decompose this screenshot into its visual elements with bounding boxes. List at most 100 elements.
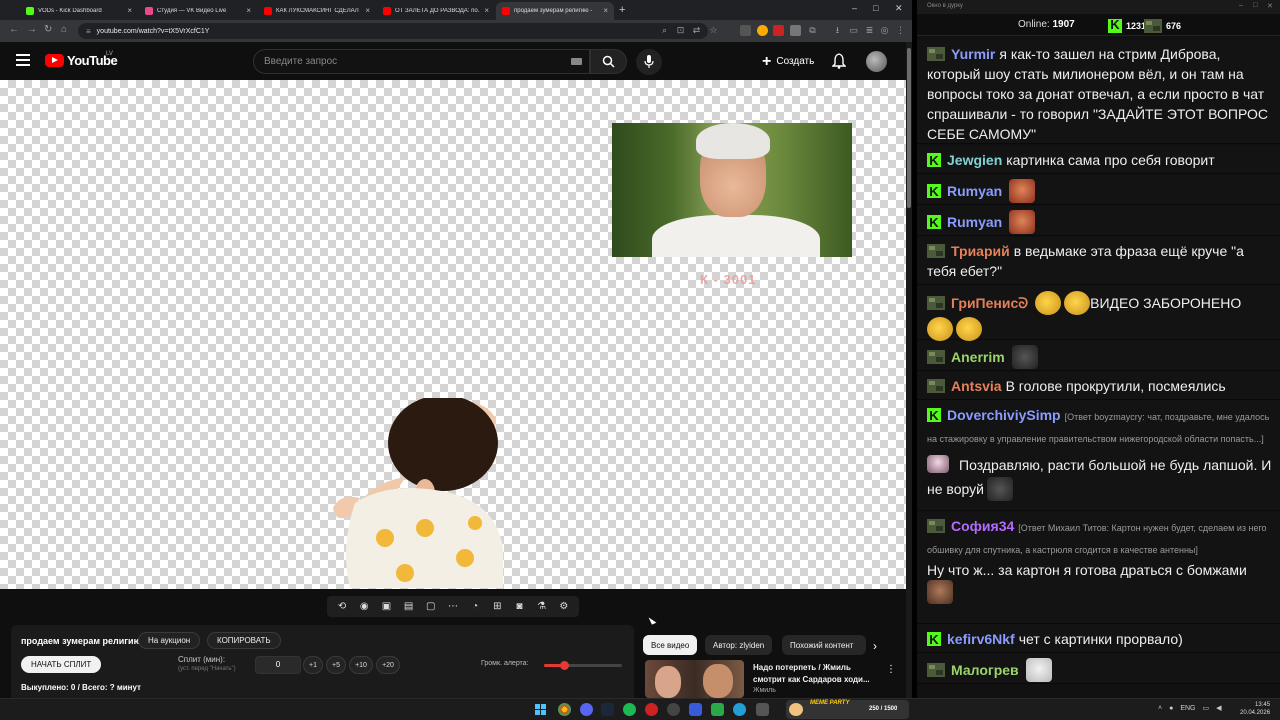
tab-youtube-active[interactable]: продаем зумерам религию - × — [496, 2, 614, 20]
tab-youtube-2[interactable]: ОТ ЗАЛЕТА ДО РАЗВОДА: по... × — [377, 2, 495, 20]
avatar[interactable] — [866, 51, 887, 72]
steam-icon[interactable] — [601, 703, 614, 716]
add-20-button[interactable]: +20 — [376, 656, 400, 674]
page-scrollbar[interactable] — [906, 42, 912, 698]
chrome-icon[interactable] — [558, 703, 571, 716]
more-options-icon[interactable]: ⋮ — [886, 664, 896, 675]
chat-username[interactable]: Rumyan — [947, 214, 1002, 230]
alert-volume-slider[interactable] — [544, 661, 622, 670]
chat-username[interactable]: Yurmir — [951, 46, 995, 62]
scrollbar-thumb[interactable] — [907, 48, 911, 208]
chat-username[interactable]: Малогрев — [951, 662, 1019, 678]
close-icon[interactable]: × — [603, 7, 608, 15]
plus-box-icon[interactable]: ⊞ — [490, 601, 504, 613]
menu-icon[interactable] — [16, 54, 30, 66]
search-input[interactable]: Введите запрос — [253, 49, 590, 74]
speed-icon[interactable]: ◔ — [468, 601, 482, 613]
clock[interactable]: 13:45 20.04.2026 — [1240, 701, 1270, 717]
bookmark-star-icon[interactable]: ☆ — [708, 25, 719, 36]
search-button[interactable] — [590, 49, 627, 74]
chat-username[interactable]: Триарий — [951, 243, 1010, 259]
chat-username[interactable]: ГриПенисᘐ — [951, 295, 1028, 311]
chat-username[interactable]: Rumyan — [947, 183, 1002, 199]
chip-similar[interactable]: Похожий контент — [782, 635, 866, 655]
chip-author[interactable]: Автор: zlyiden — [705, 635, 773, 655]
site-info-icon[interactable]: ≡ — [86, 27, 91, 36]
fullscreen-icon[interactable]: ▢ — [424, 601, 438, 613]
volume-icon[interactable]: ◀ — [1216, 704, 1221, 712]
notifications-bell-icon[interactable] — [832, 53, 846, 69]
video-player[interactable]: К - 3001 — [0, 80, 906, 589]
sidebar-icon[interactable]: ▭ — [848, 25, 859, 36]
download-icon[interactable]: ⭳ — [832, 25, 843, 36]
repeat-icon[interactable]: ⟲ — [335, 601, 349, 613]
extension-icon[interactable] — [773, 25, 784, 36]
app-icon[interactable] — [711, 703, 724, 716]
chat-username[interactable]: kefirv6Nkf — [947, 631, 1015, 647]
maximize-button[interactable]: □ — [1253, 2, 1257, 9]
obs-icon[interactable] — [667, 703, 680, 716]
profile-icon[interactable]: ◎ — [879, 25, 890, 36]
reload-icon[interactable]: ↻ — [44, 25, 52, 35]
split-minutes-input[interactable]: 0 — [255, 656, 301, 674]
chat-username[interactable]: Antsvia — [951, 378, 1002, 394]
extension-icon[interactable] — [790, 25, 801, 36]
chevron-up-icon[interactable]: ˄ — [1158, 705, 1162, 712]
start-windows-icon[interactable] — [535, 704, 547, 716]
translate-icon[interactable]: ⇄ — [691, 25, 702, 36]
film-icon[interactable]: ▤ — [402, 601, 416, 613]
language-indicator[interactable]: ENG — [1180, 705, 1195, 712]
spotify-icon[interactable] — [623, 703, 636, 716]
microphone-icon[interactable]: ● — [1169, 705, 1173, 712]
recommended-video-title[interactable]: Надо потерпеть / Жмиль смотрит как Сарда… — [753, 662, 883, 686]
recommended-channel[interactable]: Жмиль — [753, 687, 776, 694]
chat-username[interactable]: DoverchiviySimp — [947, 407, 1061, 423]
camera-icon[interactable]: ◙ — [512, 601, 526, 613]
screen-record-icon[interactable]: ▣ — [379, 601, 393, 613]
menu-dots-icon[interactable]: ⋮ — [895, 25, 906, 36]
extension-icon[interactable] — [740, 25, 751, 36]
create-button[interactable]: + Создать — [754, 49, 822, 74]
close-icon[interactable]: × — [365, 7, 370, 15]
discord-icon[interactable] — [580, 703, 593, 716]
flask-icon[interactable]: ⚗ — [535, 601, 549, 613]
address-bar[interactable]: ≡ youtube.com/watch?v=tX5VrXcfC1Y — [78, 23, 708, 39]
add-1-button[interactable]: +1 — [303, 656, 323, 674]
add-10-button[interactable]: +10 — [349, 656, 373, 674]
live-icon[interactable]: ◉ — [357, 601, 371, 613]
auction-button[interactable]: На аукцион — [138, 632, 201, 649]
tab-kick-dashboard[interactable]: VODs - Kick Dashboard × — [20, 2, 138, 20]
keyboard-icon[interactable] — [571, 58, 582, 65]
voice-search-button[interactable] — [636, 49, 662, 75]
minimize-button[interactable]: – — [1239, 2, 1243, 9]
app-icon[interactable] — [645, 703, 658, 716]
close-icon[interactable]: × — [127, 7, 132, 15]
chat-feed[interactable]: Yurmir я как-то зашел на стрим Диброва, к… — [917, 36, 1280, 698]
chat-username[interactable]: Anerrim — [951, 349, 1005, 365]
chevron-right-icon[interactable]: › — [873, 639, 877, 653]
close-window-button[interactable]: ✕ — [895, 3, 903, 14]
add-5-button[interactable]: +5 — [326, 656, 346, 674]
gear-icon[interactable]: ⚙ — [557, 601, 571, 613]
new-tab-button[interactable]: + — [619, 4, 625, 16]
app-icon[interactable] — [756, 703, 769, 716]
close-icon[interactable]: × — [246, 7, 251, 15]
tab-vk-studio[interactable]: Студия — VK Видео Live × — [139, 2, 257, 20]
dashed-rect-icon[interactable]: ⋯ — [446, 601, 460, 613]
recommended-video-thumbnail[interactable] — [645, 660, 744, 698]
chat-username[interactable]: Jewgien — [947, 152, 1002, 168]
forward-arrow-icon[interactable]: → — [27, 25, 37, 35]
close-icon[interactable]: × — [484, 7, 489, 15]
meme-party-widget[interactable]: MEME PARTY 250 / 1500 — [786, 700, 909, 719]
maximize-button[interactable]: □ — [873, 3, 878, 13]
minimize-button[interactable]: – — [852, 3, 857, 13]
close-window-button[interactable]: ✕ — [1267, 2, 1273, 10]
telegram-icon[interactable] — [733, 703, 746, 716]
chat-username[interactable]: София34 — [951, 518, 1014, 534]
zoom-icon[interactable]: ⌕ — [659, 25, 670, 36]
media-player-icon[interactable] — [689, 703, 702, 716]
puzzle-icon[interactable]: ⧉ — [807, 25, 818, 36]
install-icon[interactable]: ⊡ — [675, 25, 686, 36]
home-icon[interactable]: ⌂ — [61, 25, 67, 35]
copy-button[interactable]: КОПИРОВАТЬ — [207, 632, 281, 649]
